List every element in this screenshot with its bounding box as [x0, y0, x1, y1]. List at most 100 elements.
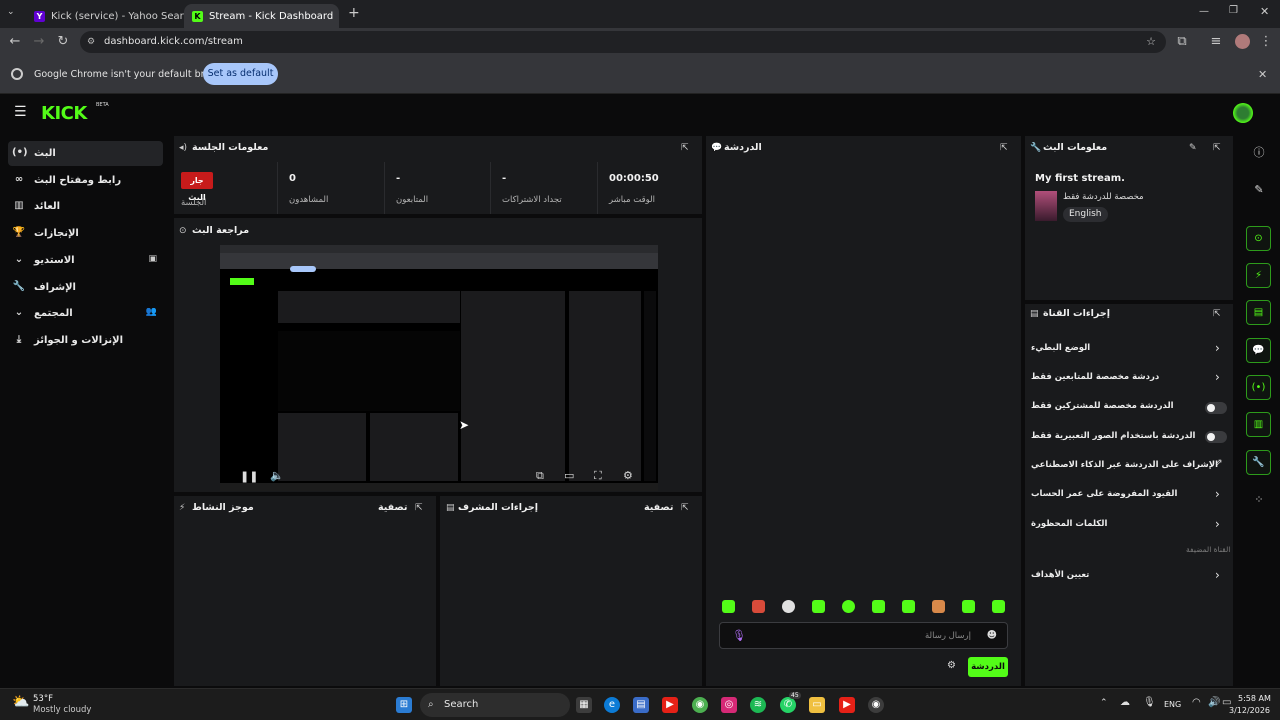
media-controls-icon[interactable]: ≡	[1208, 34, 1224, 50]
emoji-icon[interactable]: ☻	[987, 630, 997, 641]
chevron-right-icon[interactable]: ›	[1215, 341, 1220, 355]
extensions-icon[interactable]: ⧉	[1174, 34, 1190, 50]
popout-icon[interactable]: ⇱	[1213, 143, 1221, 153]
banned-words-row[interactable]: الكلمات المحظورة	[1030, 515, 1228, 535]
wifi-icon[interactable]: ◠	[1192, 697, 1201, 708]
profile-avatar[interactable]	[1235, 34, 1250, 49]
microphone-icon[interactable]: 🎙	[1143, 697, 1156, 708]
account-age-row[interactable]: القيود المفروضة على عمر الحساب	[1030, 485, 1228, 505]
popout-icon[interactable]: ⇱	[1213, 309, 1221, 319]
emote-icon[interactable]	[842, 600, 855, 613]
maximize-icon[interactable]: ❐	[1229, 5, 1238, 16]
sidebar-item-revenue[interactable]: ▥ العائد	[8, 194, 163, 219]
file-explorer-icon[interactable]: ▭	[809, 697, 825, 713]
emote-icon[interactable]	[992, 600, 1005, 613]
minimize-icon[interactable]: —	[1199, 6, 1209, 17]
subscribers-only-toggle[interactable]	[1205, 402, 1227, 414]
close-infobar-icon[interactable]: ✕	[1258, 68, 1267, 81]
pause-icon[interactable]: ❚❚	[240, 470, 258, 483]
emote-icon[interactable]	[932, 600, 945, 613]
chrome-profile-icon[interactable]: ◉	[868, 697, 884, 713]
microphone-icon[interactable]: 🎙	[732, 629, 746, 642]
popout-icon[interactable]: ⇱	[681, 143, 689, 153]
youtube-icon[interactable]: ▶	[662, 697, 678, 713]
set-default-button[interactable]: Set as default	[203, 63, 278, 85]
popout-icon[interactable]: ⇱	[1000, 143, 1008, 153]
instagram-icon[interactable]: ◎	[721, 697, 737, 713]
emote-icon[interactable]	[782, 600, 795, 613]
forward-icon[interactable]: →	[31, 34, 47, 50]
tray-chevron-icon[interactable]: ⌃	[1100, 698, 1108, 708]
clock-date[interactable]: 3/12/2026	[1229, 706, 1270, 715]
user-avatar[interactable]	[1233, 103, 1253, 123]
emote-icon[interactable]	[722, 600, 735, 613]
edit-pencil-icon[interactable]: ✎	[1250, 181, 1268, 199]
document-icon[interactable]: ▤	[1246, 300, 1271, 325]
sidebar-item-community[interactable]: ⌄ المجتمع 👥	[8, 301, 163, 326]
sidebar-item-stream-key[interactable]: ∞ رابط ومفتاح البث	[8, 168, 163, 193]
panel-icon[interactable]: ▥	[1246, 412, 1271, 437]
site-info-icon[interactable]: ⚙	[87, 31, 95, 53]
emote-icon[interactable]	[812, 600, 825, 613]
reload-icon[interactable]: ↻	[55, 34, 71, 50]
volume-icon[interactable]: 🔈	[270, 469, 284, 482]
weather-icon[interactable]: ⛅	[12, 694, 29, 710]
ai-moderation-row[interactable]: الإشراف على الدردشة عبر الذكاء الاصطناعي	[1030, 456, 1228, 476]
spotify-icon[interactable]: ≋	[750, 697, 766, 713]
menu-icon[interactable]: ⋮	[1258, 34, 1274, 50]
chevron-right-icon[interactable]: ›	[1215, 370, 1220, 384]
language-indicator[interactable]: ENG	[1164, 700, 1181, 709]
emote-icon[interactable]	[902, 600, 915, 613]
emote-icon[interactable]	[752, 600, 765, 613]
taskbar-search[interactable]: ⌕ Search	[420, 693, 570, 717]
followers-only-row[interactable]: دردشة مخصصة للمتابعين فقط	[1030, 368, 1228, 388]
activity-filter-button[interactable]: تصفية	[378, 502, 407, 513]
clock-time[interactable]: 5:58 AM	[1238, 694, 1271, 703]
chat-message-input[interactable]: 🎙 إرسال رسالة ☻	[719, 622, 1008, 649]
bookmark-star-icon[interactable]: ☆	[1146, 31, 1156, 53]
kick-logo[interactable]: KICK	[41, 103, 87, 124]
chevron-right-icon[interactable]: ›	[1215, 568, 1220, 582]
preview-toggle-icon[interactable]: ⊙	[1246, 226, 1271, 251]
sidebar-item-achievements[interactable]: 🏆 الإنجازات	[8, 221, 163, 246]
layout-icon[interactable]: ⁘	[1250, 491, 1268, 509]
chevron-right-icon[interactable]: ›	[1215, 517, 1220, 531]
stream-preview-video[interactable]: ❚❚ 🔈 ⧉ ▭ ⛶ ⚙	[220, 245, 658, 491]
address-bar[interactable]: ⚙ dashboard.kick.com/stream ☆	[80, 31, 1166, 53]
fullscreen-icon[interactable]: ⛶	[594, 469, 602, 483]
onedrive-icon[interactable]: ☁	[1120, 697, 1130, 708]
mod-actions-filter-button[interactable]: تصفية	[644, 502, 673, 513]
emote-icon[interactable]	[962, 600, 975, 613]
send-chat-button[interactable]: الدردشة	[968, 657, 1008, 677]
popout-icon[interactable]: ⇱	[415, 503, 423, 513]
broadcast-icon[interactable]: (•)	[1246, 375, 1271, 400]
popout-icon[interactable]: ⇱	[681, 503, 689, 513]
emote-icon[interactable]	[872, 600, 885, 613]
chat-bubble-icon[interactable]: 💬	[1246, 338, 1271, 363]
tab-kick-dashboard[interactable]: K Stream - Kick Dashboard 🔊 ✕	[184, 4, 339, 28]
sidebar-item-stream[interactable]: (•) البث	[8, 141, 163, 166]
new-tab-icon[interactable]: +	[348, 5, 360, 21]
whatsapp-icon[interactable]: ✆	[780, 697, 796, 713]
theater-icon[interactable]: ▭	[564, 469, 574, 482]
pip-icon[interactable]: ⧉	[536, 469, 544, 483]
sidebar-item-drops[interactable]: ⤓ الإنزالات و الجوائز	[8, 328, 163, 353]
settings-icon[interactable]: ⚙	[623, 469, 633, 482]
emote-only-toggle[interactable]	[1205, 431, 1227, 443]
chrome-icon[interactable]: ◉	[692, 697, 708, 713]
wrench-icon[interactable]: 🔧	[1246, 450, 1271, 475]
windows-start-icon[interactable]: ⊞	[396, 697, 412, 713]
lightning-icon[interactable]: ⚡	[1246, 263, 1271, 288]
task-view-icon[interactable]: ▦	[576, 697, 592, 713]
info-icon[interactable]: ⓘ	[1250, 144, 1268, 162]
store-icon[interactable]: ▤	[633, 697, 649, 713]
slow-mode-row[interactable]: الوضع البطيء	[1030, 339, 1228, 359]
hamburger-menu-icon[interactable]: ☰	[14, 104, 27, 120]
youtube-icon[interactable]: ▶	[839, 697, 855, 713]
chat-settings-icon[interactable]: ⚙	[947, 660, 956, 671]
edge-icon[interactable]: e	[604, 697, 620, 713]
edit-pencil-icon[interactable]: ✎	[1189, 143, 1197, 153]
close-window-icon[interactable]: ✕	[1260, 5, 1269, 18]
volume-icon[interactable]: 🔊	[1208, 697, 1220, 708]
set-goals-row[interactable]: تعيين الأهداف	[1030, 566, 1228, 586]
